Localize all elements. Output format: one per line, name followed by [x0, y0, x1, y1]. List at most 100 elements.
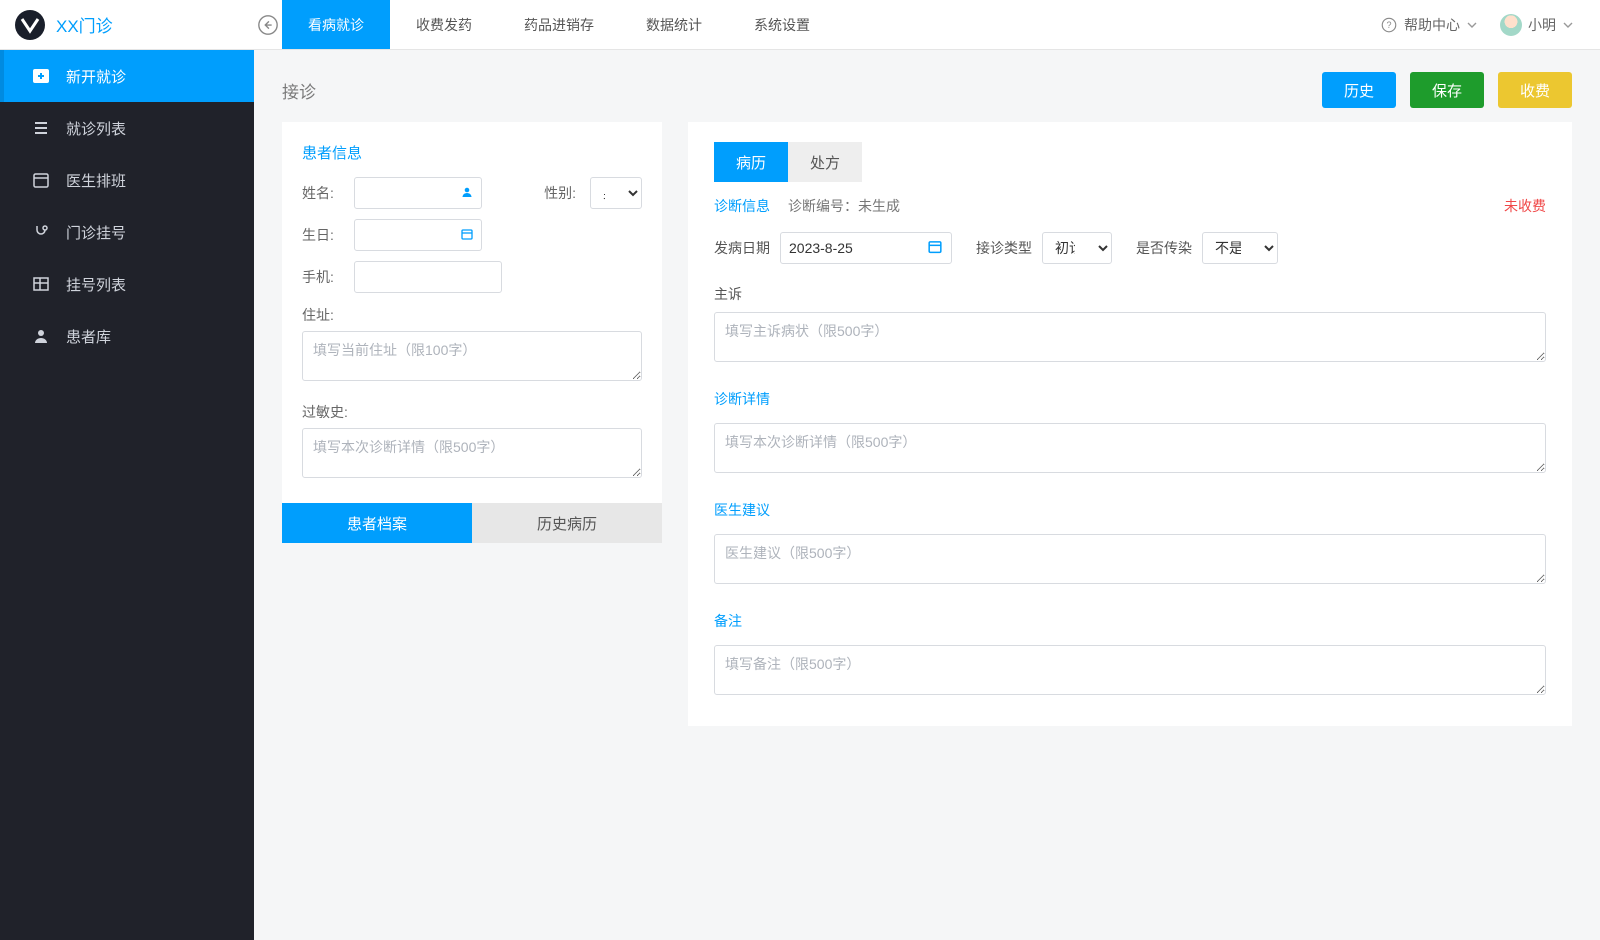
- patient-phone-row: 手机:: [302, 261, 642, 293]
- infectious-select[interactable]: 不是 是: [1202, 232, 1278, 264]
- tab-prescription[interactable]: 处方: [788, 142, 862, 182]
- onset-date-wrap: [780, 232, 952, 264]
- diagnosis-info-label: 诊断信息: [714, 196, 770, 216]
- top-nav-item-visit[interactable]: 看病就诊: [282, 0, 390, 49]
- patient-name-row: 姓名: 性别: 男 女: [302, 177, 642, 209]
- help-label: 帮助中心: [1404, 15, 1460, 35]
- visit-type-label: 接诊类型: [976, 238, 1032, 258]
- header-right: ? 帮助中心 小明: [1380, 0, 1600, 49]
- calendar-icon: [32, 171, 50, 189]
- address-textarea[interactable]: [302, 331, 642, 381]
- patient-section-title: 患者信息: [302, 142, 642, 163]
- avatar-icon: [1500, 14, 1522, 36]
- user-icon: [32, 327, 50, 345]
- sidebar: 新开就诊 就诊列表 医生排班 门诊挂号 挂号列表 患者库: [0, 50, 254, 940]
- sidebar-item-register-list[interactable]: 挂号列表: [0, 258, 254, 310]
- sidebar-item-patients[interactable]: 患者库: [0, 310, 254, 362]
- sidebar-item-visit-list[interactable]: 就诊列表: [0, 102, 254, 154]
- birth-label: 生日:: [302, 225, 346, 245]
- remark-label: 备注: [714, 611, 1546, 631]
- stethoscope-icon: [32, 223, 50, 241]
- top-header: XX门诊 看病就诊 收费发药 药品进销存 数据统计 系统设置 ? 帮助中心 小明: [0, 0, 1600, 50]
- history-button[interactable]: 历史: [1322, 72, 1396, 108]
- sidebar-item-new-visit[interactable]: 新开就诊: [0, 50, 254, 102]
- phone-input[interactable]: [354, 261, 502, 293]
- list-icon: [32, 119, 50, 137]
- plus-square-icon: [32, 67, 50, 85]
- advice-block: [714, 534, 1546, 587]
- tab-medical-record[interactable]: 病历: [714, 142, 788, 182]
- page-header: 接诊 历史 保存 收费: [254, 50, 1600, 122]
- user-name: 小明: [1528, 15, 1556, 35]
- infectious-label: 是否传染: [1136, 238, 1192, 258]
- help-icon: ?: [1380, 16, 1398, 34]
- top-nav-item-charge[interactable]: 收费发药: [390, 0, 498, 49]
- svg-text:?: ?: [1386, 20, 1391, 30]
- advice-textarea[interactable]: [714, 534, 1546, 584]
- detail-label: 诊断详情: [714, 389, 1546, 409]
- arrow-left-circle-icon: [257, 14, 279, 36]
- chevron-down-icon: [1562, 19, 1574, 31]
- table-icon: [32, 275, 50, 293]
- back-button[interactable]: [254, 0, 282, 49]
- phone-label: 手机:: [302, 267, 346, 287]
- birth-input-wrap: [354, 219, 482, 251]
- diagnosis-header: 诊断信息 诊断编号：未生成 未收费: [714, 196, 1546, 216]
- name-input[interactable]: [354, 177, 482, 209]
- remark-textarea[interactable]: [714, 645, 1546, 695]
- patient-tabs: 患者档案 历史病历: [282, 503, 662, 543]
- sidebar-item-register[interactable]: 门诊挂号: [0, 206, 254, 258]
- sidebar-item-label: 新开就诊: [66, 66, 126, 87]
- chief-block: 主诉: [714, 284, 1546, 365]
- onset-date-input[interactable]: [780, 232, 952, 264]
- sidebar-item-schedule[interactable]: 医生排班: [0, 154, 254, 206]
- save-button[interactable]: 保存: [1410, 72, 1484, 108]
- visit-type-field: 接诊类型 初诊 复诊: [976, 232, 1112, 264]
- brand-title: XX门诊: [56, 12, 113, 37]
- sidebar-item-label: 挂号列表: [66, 274, 126, 295]
- gender-label: 性别:: [544, 183, 576, 203]
- sidebar-item-label: 医生排班: [66, 170, 126, 191]
- visit-type-select[interactable]: 初诊 复诊: [1042, 232, 1112, 264]
- top-nav-item-stats[interactable]: 数据统计: [620, 0, 728, 49]
- allergy-textarea[interactable]: [302, 428, 642, 478]
- sidebar-item-label: 门诊挂号: [66, 222, 126, 243]
- user-menu[interactable]: 小明: [1500, 14, 1574, 36]
- gender-select[interactable]: 男 女: [590, 177, 642, 209]
- page: 接诊 历史 保存 收费 患者信息 姓名: 性别: 男 女: [254, 0, 1600, 754]
- detail-textarea[interactable]: [714, 423, 1546, 473]
- name-label: 姓名:: [302, 183, 346, 203]
- page-title: 接诊: [282, 78, 316, 103]
- header-left: XX门诊: [0, 0, 254, 49]
- top-nav-item-stock[interactable]: 药品进销存: [498, 0, 620, 49]
- record-tabs: 病历 处方: [714, 142, 1546, 182]
- logo-icon: [14, 9, 46, 41]
- tab-patient-file[interactable]: 患者档案: [282, 503, 472, 543]
- record-panel: 病历 处方 诊断信息 诊断编号：未生成 未收费 发病日期: [688, 122, 1572, 726]
- onset-date-field: 发病日期: [714, 232, 952, 264]
- top-nav-item-settings[interactable]: 系统设置: [728, 0, 836, 49]
- patient-birth-row: 生日:: [302, 219, 642, 251]
- sidebar-item-label: 患者库: [66, 326, 111, 347]
- name-input-wrap: [354, 177, 482, 209]
- chevron-down-icon: [1466, 19, 1478, 31]
- patient-panel: 患者信息 姓名: 性别: 男 女 生日:: [282, 122, 662, 543]
- sidebar-item-label: 就诊列表: [66, 118, 126, 139]
- birth-input[interactable]: [354, 219, 482, 251]
- tab-history-records[interactable]: 历史病历: [472, 503, 662, 543]
- remark-block: [714, 645, 1546, 698]
- content: 患者信息 姓名: 性别: 男 女 生日:: [254, 122, 1600, 754]
- address-label: 住址:: [302, 305, 642, 325]
- allergy-label: 过敏史:: [302, 402, 642, 422]
- pay-status: 未收费: [1504, 196, 1546, 216]
- detail-block: [714, 423, 1546, 476]
- help-center-link[interactable]: ? 帮助中心: [1380, 15, 1478, 35]
- top-nav: 看病就诊 收费发药 药品进销存 数据统计 系统设置: [282, 0, 836, 49]
- onset-date-label: 发病日期: [714, 238, 770, 258]
- chief-textarea[interactable]: [714, 312, 1546, 362]
- charge-button[interactable]: 收费: [1498, 72, 1572, 108]
- page-actions: 历史 保存 收费: [1322, 72, 1572, 108]
- diagnosis-no: 诊断编号：未生成: [788, 196, 900, 216]
- chief-label: 主诉: [714, 284, 1546, 304]
- advice-label: 医生建议: [714, 500, 1546, 520]
